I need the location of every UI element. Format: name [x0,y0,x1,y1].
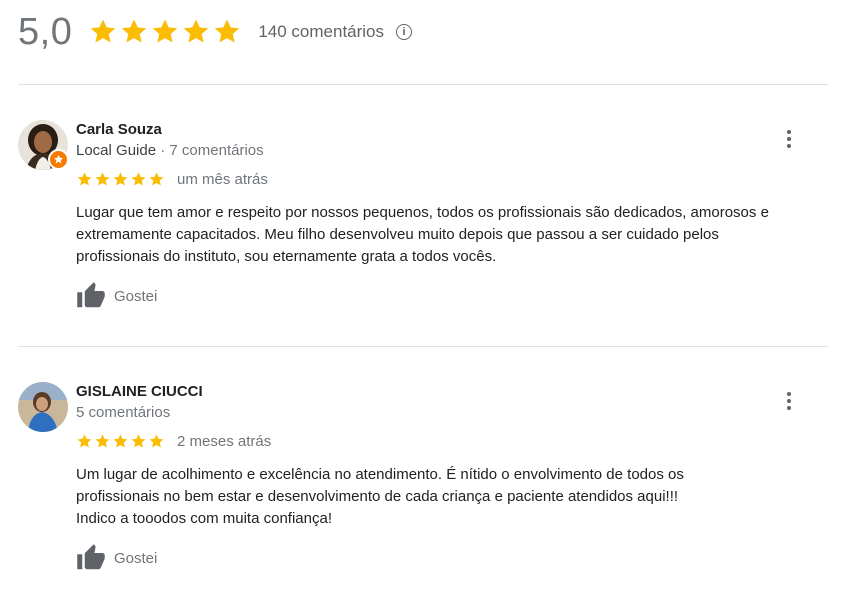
review-text: Lugar que tem amor e respeito por nossos… [76,202,836,268]
like-button[interactable]: Gostei [76,281,157,311]
star-icon [153,19,178,43]
star-icon [113,172,128,186]
info-icon[interactable]: i [396,24,413,40]
star-icon [131,434,146,448]
average-rating: 5,0 [18,10,73,53]
rating-summary: 5,0 140 comentários i [18,8,413,56]
star-icon [91,19,116,43]
reviewer-comments-count: 7 comentários [169,142,264,159]
review-text-line: Indico a tooodos com muita confiança! [76,510,332,527]
avatar[interactable] [18,382,68,432]
local-guide-badge-icon [48,149,69,170]
meta-separator: · [156,142,170,159]
review-text-line: profissionais no bem estar e desenvolvim… [76,488,679,505]
review-date: 2 meses atrás [177,433,272,450]
star-icon [95,172,110,186]
review-rating-row: um mês atrás [76,171,268,188]
thumbs-up-icon [77,282,105,308]
reviewer-name[interactable]: Carla Souza [76,121,162,138]
review-count[interactable]: 140 comentários [258,22,384,42]
reviewer-meta: Local Guide · 7 comentários [76,142,264,159]
review-stars [76,171,165,188]
star-icon [131,172,146,186]
divider [18,84,828,85]
review-rating-row: 2 meses atrás [76,433,271,450]
review-text-line: Lugar que tem amor e respeito por nossos… [76,204,769,221]
review-text-line: profissionais do instituto, sou etername… [76,248,497,265]
reviewer-name[interactable]: GISLAINE CIUCCI [76,383,203,400]
star-icon [215,19,240,43]
divider [18,346,828,347]
star-icon [77,434,92,448]
star-icon [149,172,164,186]
review-stars [76,433,165,450]
star-icon [77,172,92,186]
review-date: um mês atrás [177,171,268,188]
review-text: Um lugar de acolhimento e excelência no … [76,464,836,530]
like-button[interactable]: Gostei [76,543,157,573]
rating-stars [88,17,242,47]
reviewer-comments-count: 5 comentários [76,404,171,421]
more-options-icon[interactable] [779,389,799,413]
star-icon [149,434,164,448]
more-options-icon[interactable] [779,127,799,151]
like-label: Gostei [114,549,158,567]
star-icon [113,434,128,448]
review-text-line: extremamente capacitados. Meu filho dese… [76,226,719,243]
local-guide-label: Local Guide [76,142,157,159]
thumbs-up-icon [77,544,105,570]
like-label: Gostei [114,287,158,305]
star-icon [122,19,147,43]
star-icon [95,434,110,448]
review-text-line: Um lugar de acolhimento e excelência no … [76,466,684,483]
star-icon [184,19,209,43]
